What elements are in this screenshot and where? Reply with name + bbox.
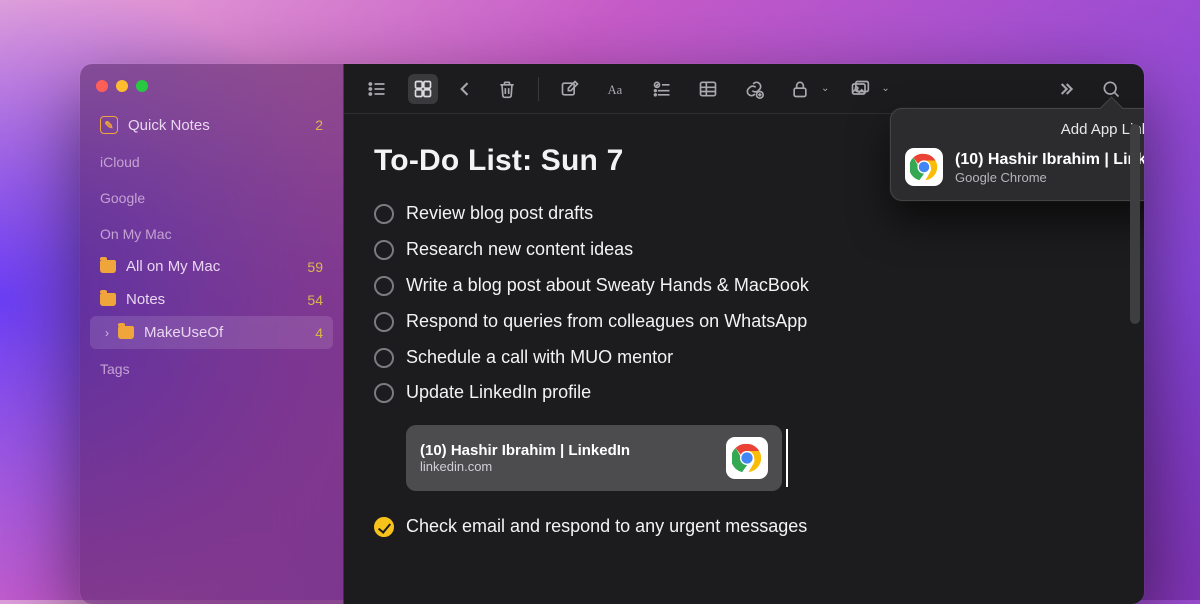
checkbox-empty-icon[interactable]: [374, 204, 394, 224]
link-card-title: (10) Hashir Ibrahim | LinkedIn: [420, 442, 712, 459]
checklist-item[interactable]: Update LinkedIn profile: [374, 375, 1114, 411]
sidebar-section-tags[interactable]: Tags: [90, 353, 333, 385]
add-link-button[interactable]: [739, 74, 769, 104]
folder-label: All on My Mac: [126, 258, 220, 275]
sidebar-section-google[interactable]: Google: [90, 182, 333, 214]
delete-button[interactable]: [492, 74, 522, 104]
checklist-item[interactable]: Respond to queries from colleagues on Wh…: [374, 304, 1114, 340]
sidebar: ✎ Quick Notes 2 iCloud Google On My Mac …: [80, 64, 344, 604]
sidebar-folder-notes[interactable]: Notes 54: [90, 283, 333, 316]
folder-count: 4: [315, 325, 323, 341]
quick-notes-label: Quick Notes: [128, 117, 210, 134]
quick-notes-count: 2: [315, 117, 323, 133]
notes-window: ✎ Quick Notes 2 iCloud Google On My Mac …: [80, 64, 1144, 604]
chevron-right-icon: ›: [100, 326, 114, 340]
sidebar-folder-makeuseof[interactable]: › MakeUseOf 4: [90, 316, 333, 349]
media-menu-chevron-icon[interactable]: ⌄: [881, 83, 889, 94]
folder-count: 54: [307, 292, 323, 308]
checklist-item[interactable]: Research new content ideas: [374, 232, 1114, 268]
minimize-window-button[interactable]: [116, 80, 128, 92]
close-window-button[interactable]: [96, 80, 108, 92]
more-button[interactable]: [1050, 74, 1080, 104]
note-title[interactable]: To-Do List: Sun 7: [374, 144, 1114, 178]
compose-button[interactable]: [555, 74, 585, 104]
checkbox-empty-icon[interactable]: [374, 383, 394, 403]
chrome-icon: [726, 437, 768, 479]
checkbox-checked-icon[interactable]: [374, 517, 394, 537]
checklist-item-done[interactable]: Check email and respond to any urgent me…: [374, 509, 1114, 545]
folder-label: MakeUseOf: [144, 324, 223, 341]
lock-button[interactable]: [785, 74, 815, 104]
folder-icon: [118, 326, 134, 339]
fullscreen-window-button[interactable]: [136, 80, 148, 92]
checklist-item[interactable]: Schedule a call with MUO mentor: [374, 340, 1114, 376]
checklist-item[interactable]: Write a blog post about Sweaty Hands & M…: [374, 268, 1114, 304]
toolbar: Aa ⌄ ⌄: [344, 64, 1144, 114]
folder-count: 59: [307, 259, 323, 275]
checkbox-empty-icon[interactable]: [374, 312, 394, 332]
checkbox-empty-icon[interactable]: [374, 348, 394, 368]
folder-icon: [100, 260, 116, 273]
checklist-item[interactable]: Review blog post drafts: [374, 196, 1114, 232]
table-button[interactable]: [693, 74, 723, 104]
sidebar-folder-all-on-my-mac[interactable]: All on My Mac 59: [90, 250, 333, 283]
format-button[interactable]: Aa: [601, 74, 631, 104]
link-card-domain: linkedin.com: [420, 459, 712, 474]
back-button[interactable]: [454, 74, 476, 104]
link-preview-card[interactable]: (10) Hashir Ibrahim | LinkedIn linkedin.…: [406, 425, 782, 491]
gallery-view-button[interactable]: [408, 74, 438, 104]
list-view-button[interactable]: [362, 74, 392, 104]
window-controls: [90, 78, 333, 108]
folder-label: Notes: [126, 291, 165, 308]
scrollbar-thumb[interactable]: [1130, 124, 1140, 324]
sidebar-section-icloud[interactable]: iCloud: [90, 146, 333, 178]
checklist-button[interactable]: [647, 74, 677, 104]
svg-text:Aa: Aa: [608, 83, 623, 97]
quick-notes-icon: ✎: [100, 116, 118, 134]
folder-icon: [100, 293, 116, 306]
toolbar-separator: [538, 77, 539, 101]
sidebar-quick-notes[interactable]: ✎ Quick Notes 2: [90, 108, 333, 142]
lock-menu-chevron-icon[interactable]: ⌄: [821, 83, 829, 94]
sidebar-section-on-my-mac[interactable]: On My Mac: [90, 218, 333, 250]
checkbox-empty-icon[interactable]: [374, 240, 394, 260]
checkbox-empty-icon[interactable]: [374, 276, 394, 296]
note-editor[interactable]: To-Do List: Sun 7 Review blog post draft…: [344, 114, 1144, 565]
media-button[interactable]: [845, 74, 875, 104]
main-area: Aa ⌄ ⌄: [344, 64, 1144, 604]
